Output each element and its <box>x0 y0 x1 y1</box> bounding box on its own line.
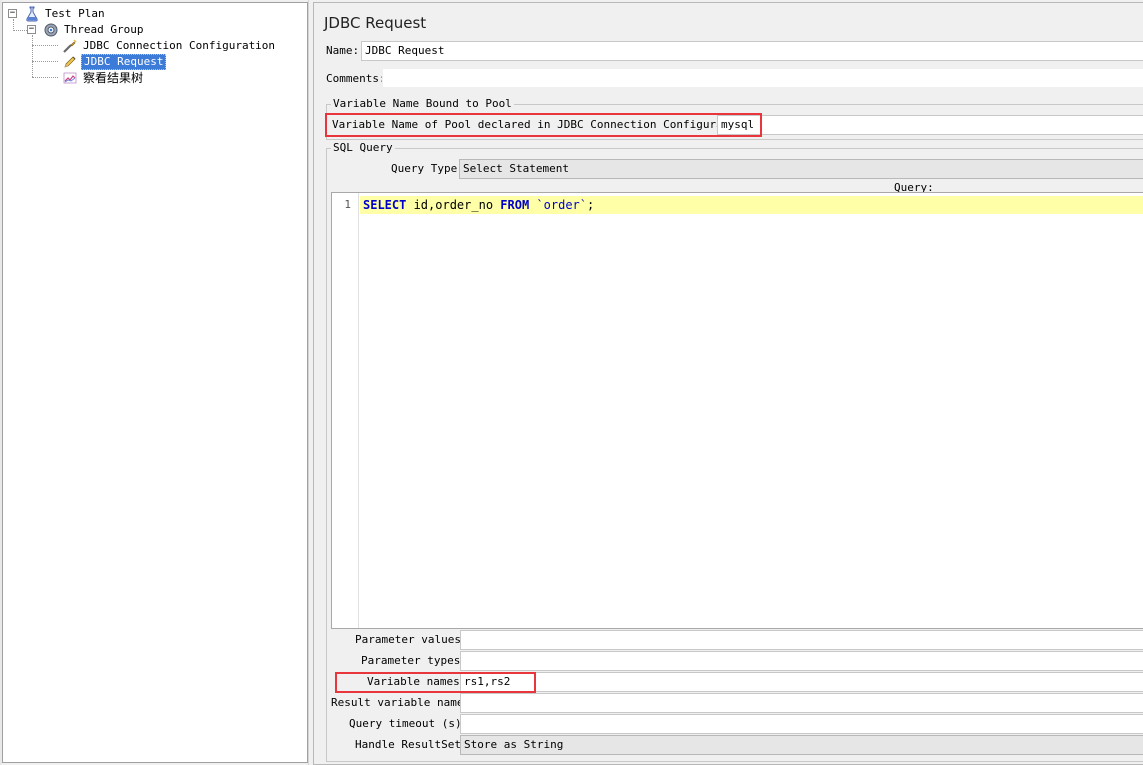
tree-label-jdbc-connection[interactable]: JDBC Connection Configuration <box>81 38 277 54</box>
tree-label-jdbc-request[interactable]: JDBC Request <box>81 54 167 70</box>
gear-icon <box>43 22 59 38</box>
collapse-toggle[interactable]: − <box>27 25 36 34</box>
result-variable-name-label: Result variable name: <box>331 696 471 709</box>
tree-node-thread-group[interactable]: − Thread Group <box>3 22 303 38</box>
tree-label-thread-group[interactable]: Thread Group <box>62 22 145 38</box>
name-label: Name: <box>326 44 360 57</box>
pencil-icon <box>62 54 78 70</box>
query-type-label: Query Type: <box>391 162 464 175</box>
sql-section-title: SQL Query <box>331 141 395 155</box>
line-number-gutter: 1 <box>332 193 359 628</box>
comments-input[interactable] <box>382 68 1143 88</box>
variable-names-highlight-box <box>335 672 536 693</box>
sql-columns: id,order_no <box>406 198 501 212</box>
tree-node-test-plan[interactable]: − Test Plan <box>3 6 303 22</box>
tree-label-test-plan[interactable]: Test Plan <box>43 6 107 22</box>
tree-node-jdbc-request[interactable]: JDBC Request <box>3 54 303 70</box>
parameter-types-input[interactable] <box>460 651 1143 671</box>
variable-names-input[interactable]: rs1,rs2 <box>460 672 1143 692</box>
name-input[interactable]: JDBC Request <box>361 41 1143 61</box>
parameter-types-label: Parameter types: <box>361 654 467 667</box>
handle-resultset-select[interactable]: Store as String <box>460 735 1143 755</box>
pool-name-input[interactable]: mysql <box>717 115 1143 135</box>
comments-label: Comments: <box>326 72 386 85</box>
chart-icon <box>62 70 78 86</box>
parameter-values-label: Parameter values: <box>355 633 468 646</box>
test-plan-tree[interactable]: − Test Plan − Thread Group JDBC Connecti… <box>2 2 308 763</box>
jdbc-request-panel: JDBC Request Name: JDBC Request Comments… <box>313 2 1143 765</box>
pool-highlight-box <box>325 113 762 137</box>
sql-semicolon: ; <box>587 198 595 212</box>
parameter-values-input[interactable] <box>460 630 1143 650</box>
query-timeout-label: Query timeout (s): <box>349 717 469 730</box>
line-number: 1 <box>344 198 351 211</box>
query-type-select[interactable]: Select Statement <box>459 159 1143 179</box>
tree-label-result-tree[interactable]: 察看结果树 <box>81 70 145 86</box>
wrench-icon <box>62 38 78 54</box>
sql-table-name: `order` <box>536 198 587 212</box>
tree-node-jdbc-connection[interactable]: JDBC Connection Configuration <box>3 38 303 54</box>
pool-section-title: Variable Name Bound to Pool <box>331 97 514 111</box>
editor-current-line[interactable]: SELECT id,order_no FROM `order`; <box>360 196 1143 214</box>
query-timeout-input[interactable] <box>460 714 1143 734</box>
flask-icon <box>24 6 40 22</box>
sql-keyword-select: SELECT <box>363 198 407 212</box>
panel-title: JDBC Request <box>324 14 427 32</box>
collapse-toggle[interactable]: − <box>8 9 17 18</box>
sql-editor[interactable]: 1 SELECT id,order_no FROM `order`; <box>331 192 1143 629</box>
result-variable-name-input[interactable] <box>460 693 1143 713</box>
handle-resultset-label: Handle ResultSet: <box>355 738 468 751</box>
sql-keyword-from: FROM <box>500 198 530 212</box>
tree-node-result-tree[interactable]: 察看结果树 <box>3 70 303 86</box>
